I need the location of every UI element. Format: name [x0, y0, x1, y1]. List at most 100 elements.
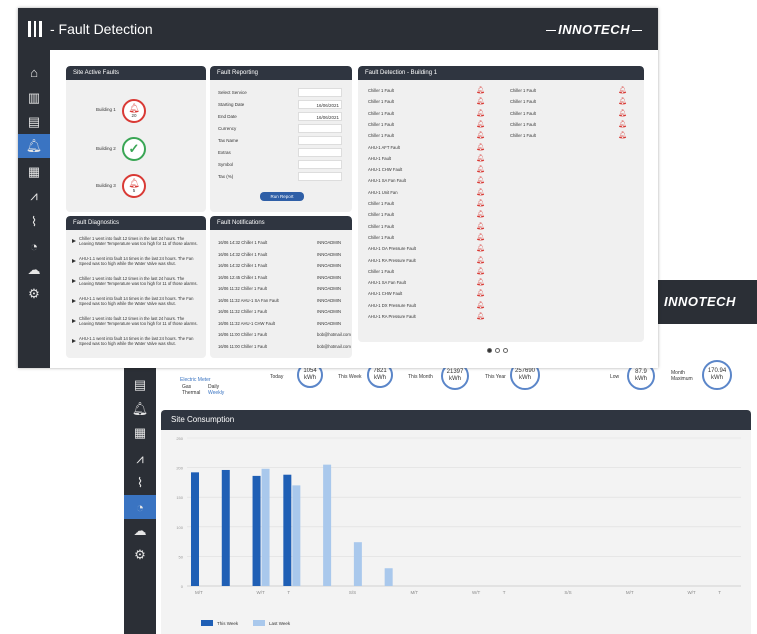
field-input[interactable]	[298, 136, 342, 145]
alarm-bell-icon: 🔔︎	[476, 256, 485, 264]
gauge-icon[interactable]: ◔	[18, 234, 50, 258]
field-label: Select Service	[218, 90, 247, 95]
building-label: Building 3	[96, 183, 116, 188]
calendar-icon[interactable]: ▦	[124, 421, 156, 445]
field-input[interactable]	[298, 160, 342, 169]
calendar-icon[interactable]: ▦	[18, 160, 50, 184]
report-icon[interactable]: ▤	[18, 110, 50, 134]
carousel-dot[interactable]	[503, 348, 508, 353]
kpi-value: 87.9	[635, 369, 647, 375]
carousel-dot[interactable]	[487, 348, 492, 353]
diagnostic-item[interactable]: Chiller 1 went into fault 12 times in th…	[72, 316, 200, 326]
fault-item[interactable]: Chiller 1 Fault	[368, 224, 394, 229]
home-icon[interactable]: ⌂	[18, 60, 50, 84]
alarm-bell-icon: 🔔︎	[476, 267, 485, 275]
settings-icon[interactable]: ⚙	[124, 543, 156, 567]
fault-item[interactable]: Chiller 1 Fault	[368, 269, 394, 274]
waveform-icon[interactable]: ⌇	[124, 471, 156, 495]
alarm-bell-icon: 🔔︎	[128, 103, 140, 113]
notification-text: 16/06 14:32 Chiller 1 Fault	[218, 240, 268, 245]
gauge-icon[interactable]: ◔	[124, 495, 156, 519]
weekly-link[interactable]: Weekly	[208, 390, 224, 396]
trend-icon[interactable]: ⩘	[18, 184, 50, 208]
fault-item[interactable]: AHU-1 SA Fan Fault	[368, 178, 406, 183]
expand-arrow-icon[interactable]	[72, 339, 76, 343]
legend-swatch-last-week	[253, 620, 265, 626]
fault-item[interactable]: Chiller 1 Fault	[368, 88, 394, 93]
fault-item[interactable]: Chiller 1 Fault	[510, 88, 536, 93]
run-report-button[interactable]: Run Report	[260, 192, 304, 201]
diagnostic-item[interactable]: Chiller 1 went into fault 12 times in th…	[72, 276, 200, 286]
diagnostic-item[interactable]: Chiller 1 went into fault 12 times in th…	[72, 236, 200, 246]
field-input[interactable]	[298, 148, 342, 157]
fault-item[interactable]: AHU-1 RA Pressure Fault	[368, 258, 416, 263]
notification-text: 16/06 14:32 Chiller 1 Fault	[218, 263, 268, 268]
notification-user: bob@hotmail.com	[317, 343, 351, 349]
expand-arrow-icon[interactable]	[72, 299, 76, 303]
fault-item[interactable]: AHU-1 OA Pressure Fault	[368, 246, 416, 251]
electric-meter-link[interactable]: Electric Meter	[180, 377, 211, 383]
trend-icon[interactable]: ⩘	[124, 447, 156, 471]
carousel-dot[interactable]	[495, 348, 500, 353]
fault-item[interactable]: Chiller 1 Fault	[368, 201, 394, 206]
fault-item[interactable]: Chiller 1 Fault	[510, 122, 536, 127]
expand-arrow-icon[interactable]	[72, 279, 76, 283]
check-icon[interactable]: ✓	[122, 137, 146, 161]
fault-item[interactable]: Chiller 1 Fault	[368, 111, 394, 116]
kpi-unit: kWh	[519, 375, 531, 381]
fault-item[interactable]: AHU-1 CHW Fault	[368, 167, 402, 172]
diagnostic-item[interactable]: AHU-1.1 went into fault 14 times in the …	[72, 336, 200, 346]
settings-icon[interactable]: ⚙	[18, 282, 50, 306]
field-input[interactable]: 16/06/2021	[298, 112, 342, 121]
diagnostic-item[interactable]: AHU-1.1 went into fault 14 times in the …	[72, 256, 200, 266]
weather-icon[interactable]: ☁	[124, 519, 156, 543]
fault-item[interactable]: AHU-1 SA Fan Fault	[368, 280, 406, 285]
notification-user: INNOADMIN	[317, 286, 341, 291]
fault-item[interactable]: AHU-1 Unit Fan	[368, 190, 398, 195]
field-input[interactable]	[298, 172, 342, 181]
building-label: Building 2	[96, 146, 116, 151]
expand-arrow-icon[interactable]	[72, 319, 76, 323]
fault-item[interactable]: Chiller 1 Fault	[510, 133, 536, 138]
fault-item[interactable]: Chiller 1 Fault	[368, 133, 394, 138]
notification-user: INNOADMIN	[317, 320, 341, 326]
building-icon[interactable]: ▥	[18, 86, 50, 110]
thermal-link[interactable]: Thermal	[182, 390, 200, 396]
kpi-label-today: Today	[270, 374, 284, 380]
fault-detection-window: - Fault Detection INNOTECH ⌂ ▥ ▤ 🔔︎ ▦ ⩘ …	[18, 8, 658, 368]
bar-this-week	[191, 472, 199, 586]
building-1-alarm[interactable]: 🔔︎ 20	[122, 99, 146, 123]
kpi-unit: kWh	[374, 375, 386, 381]
fault-item[interactable]: AHU-1 DX Pressure Fault	[368, 303, 416, 308]
expand-arrow-icon[interactable]	[72, 259, 76, 263]
diagnostic-item[interactable]: AHU-1.1 went into fault 14 times in the …	[72, 296, 200, 306]
weather-icon[interactable]: ☁	[18, 258, 50, 282]
fault-item[interactable]: Chiller 1 Fault	[510, 111, 536, 116]
alarm-bell-icon: 🔔︎	[476, 200, 485, 207]
fault-item[interactable]: Chiller 1 Fault	[368, 212, 394, 217]
page-title: - Fault Detection	[50, 21, 153, 37]
notification-text: 16/06 11:00 Chiller 1 Fault	[218, 332, 267, 337]
fault-item[interactable]: Chiller 1 Fault	[368, 99, 394, 104]
field-input[interactable]: 16/06/2021	[298, 100, 342, 109]
fault-item[interactable]: AHU-1 AFT Fault	[368, 145, 400, 150]
building-3-alarm[interactable]: 🔔︎ 5	[122, 174, 146, 198]
alarm-bell-icon[interactable]: 🔔︎	[18, 134, 50, 158]
field-input[interactable]	[298, 88, 342, 97]
x-tick-label: S/S	[349, 590, 356, 595]
fault-item[interactable]: AHU-1 RA Pressure Fault	[368, 314, 416, 319]
menu-icon[interactable]	[28, 21, 43, 37]
fault-item[interactable]: Chiller 1 Fault	[510, 99, 536, 104]
fault-item[interactable]: Chiller 1 Fault	[368, 122, 394, 127]
report-icon[interactable]: ▤	[124, 373, 156, 397]
fault-item[interactable]: AHU-1 CHW Fault	[368, 291, 402, 296]
alarm-bell-icon: 🔔︎	[476, 245, 485, 253]
back-top-bar: INNOTECH	[654, 280, 757, 324]
fault-item[interactable]: AHU-1 Fault	[368, 156, 391, 161]
waveform-icon[interactable]: ⌇	[18, 210, 50, 234]
expand-arrow-icon[interactable]	[72, 239, 76, 243]
alarm-bell-icon[interactable]: 🔔︎	[124, 397, 156, 421]
fault-item[interactable]: Chiller 1 Fault	[368, 235, 394, 240]
fault-diagnostics-panel: Fault Diagnostics Chiller 1 went into fa…	[66, 216, 206, 358]
field-input[interactable]	[298, 124, 342, 133]
